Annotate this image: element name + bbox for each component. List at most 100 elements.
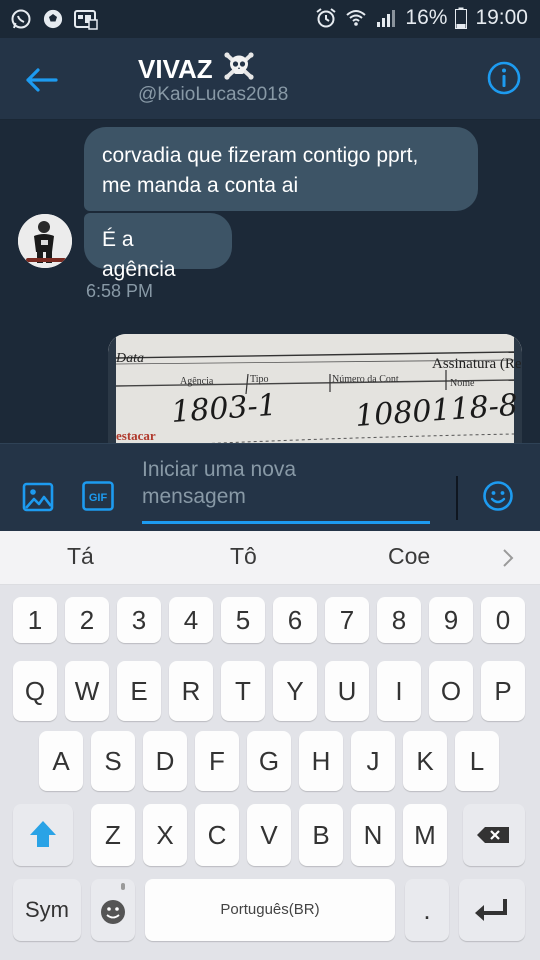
message-bubble[interactable]: É a agência <box>84 213 232 281</box>
number-key-0[interactable]: 0 <box>481 597 525 643</box>
image-message[interactable]: Data Assinatura (Re Agência Tipo Número … <box>108 334 522 443</box>
info-icon <box>487 61 521 95</box>
form-label: Assinatura (Re <box>432 356 522 372</box>
clock: 19:00 <box>475 6 528 29</box>
space-key[interactable]: Português(BR) <box>145 879 395 941</box>
suggestion-item[interactable]: Tá <box>67 543 94 570</box>
emoji-button[interactable] <box>482 480 514 512</box>
suggestion-item[interactable]: Tô <box>230 543 257 570</box>
letter-key-n[interactable]: N <box>351 804 395 866</box>
arrow-left-icon <box>26 68 58 92</box>
form-label: Nome <box>450 378 475 389</box>
message-timestamp: 6:58 PM <box>86 281 154 301</box>
letter-key-a[interactable]: A <box>39 731 83 791</box>
letter-key-w[interactable]: W <box>65 661 109 721</box>
soccer-ball-icon <box>42 8 64 30</box>
letter-key-o[interactable]: O <box>429 661 473 721</box>
enter-key[interactable] <box>459 879 525 941</box>
message-text-line: me manda a conta ai <box>102 174 299 197</box>
avatar[interactable] <box>18 214 72 268</box>
bank-slip-photo: Data Assinatura (Re Agência Tipo Número … <box>108 334 522 443</box>
letter-key-r[interactable]: R <box>169 661 213 721</box>
number-key-5[interactable]: 5 <box>221 597 265 643</box>
number-key-3[interactable]: 3 <box>117 597 161 643</box>
number-key-1[interactable]: 1 <box>13 597 57 643</box>
image-icon <box>22 482 54 512</box>
letter-key-f[interactable]: F <box>195 731 239 791</box>
composer-divider <box>456 476 458 520</box>
form-label: Número da Cont <box>332 374 399 385</box>
message-placeholder: mensagem <box>142 485 246 508</box>
letter-key-y[interactable]: Y <box>273 661 317 721</box>
shift-key[interactable] <box>13 804 73 866</box>
suggestion-item[interactable]: Coe <box>388 543 430 570</box>
form-label: Tipo <box>250 374 269 385</box>
message-composer: GIF Iniciar uma nova mensagem <box>0 443 540 531</box>
number-key-7[interactable]: 7 <box>325 597 369 643</box>
letter-key-t[interactable]: T <box>221 661 265 721</box>
dm-screen: 16% 19:00 VIVAZ @KaioLucas2018 corvadia … <box>0 0 540 960</box>
number-key-9[interactable]: 9 <box>429 597 473 643</box>
letter-key-k[interactable]: K <box>403 731 447 791</box>
message-bubble[interactable]: corvadia que fizeram contigo pprt, me ma… <box>84 127 478 211</box>
letter-key-b[interactable]: B <box>299 804 343 866</box>
keyboard: 1234567890 QWERTYUIOP ASDFGHJKL ZXCVBNM … <box>0 585 540 960</box>
letter-key-g[interactable]: G <box>247 731 291 791</box>
letter-key-l[interactable]: L <box>455 731 499 791</box>
wifi-icon <box>345 7 367 29</box>
letter-key-s[interactable]: S <box>91 731 135 791</box>
letter-key-j[interactable]: J <box>351 731 395 791</box>
backspace-key[interactable] <box>463 804 525 866</box>
status-bar: 16% 19:00 <box>0 0 540 38</box>
backspace-icon <box>477 827 509 843</box>
letter-key-i[interactable]: I <box>377 661 421 721</box>
letter-key-m[interactable]: M <box>403 804 447 866</box>
emoji-mic-icon <box>101 883 125 924</box>
letter-key-q[interactable]: Q <box>13 661 57 721</box>
letter-key-z[interactable]: Z <box>91 804 135 866</box>
message-text-line: corvadia que fizeram contigo pprt, <box>102 144 419 167</box>
suggestion-bar: Tá Tô Coe <box>0 531 540 585</box>
letter-key-h[interactable]: H <box>299 731 343 791</box>
message-list[interactable]: corvadia que fizeram contigo pprt, me ma… <box>0 121 540 443</box>
enter-icon <box>475 899 507 921</box>
add-photo-button[interactable] <box>22 481 54 513</box>
battery-percent: 16% <box>405 6 448 29</box>
symbols-key[interactable]: Sym <box>13 879 81 941</box>
number-key-6[interactable]: 6 <box>273 597 317 643</box>
letter-key-v[interactable]: V <box>247 804 291 866</box>
back-button[interactable] <box>22 62 62 98</box>
shift-arrow-icon <box>30 821 56 847</box>
image-notification-icon <box>74 8 98 30</box>
form-label: Data <box>115 351 144 366</box>
letter-key-p[interactable]: P <box>481 661 525 721</box>
info-button[interactable] <box>486 60 522 96</box>
chevron-right-icon <box>503 549 514 567</box>
letter-key-c[interactable]: C <box>195 804 239 866</box>
letter-key-d[interactable]: D <box>143 731 187 791</box>
battery-icon <box>455 7 468 29</box>
gif-label: GIF <box>89 492 108 504</box>
period-key[interactable]: . <box>405 879 449 941</box>
signal-icon <box>375 7 397 29</box>
gif-button[interactable]: GIF <box>82 481 114 511</box>
letter-key-x[interactable]: X <box>143 804 187 866</box>
alarm-icon <box>315 7 337 29</box>
conversation-header: VIVAZ @KaioLucas2018 <box>0 38 540 120</box>
letter-key-e[interactable]: E <box>117 661 161 721</box>
whatsapp-icon <box>10 8 32 30</box>
form-label: estacar <box>116 428 156 443</box>
expand-suggestions-button[interactable] <box>498 545 518 571</box>
emoji-key[interactable] <box>91 879 135 941</box>
number-key-8[interactable]: 8 <box>377 597 421 643</box>
number-key-2[interactable]: 2 <box>65 597 109 643</box>
letter-key-u[interactable]: U <box>325 661 369 721</box>
handwritten-agency: 1803-1 <box>170 388 278 430</box>
contact-name-text: VIVAZ <box>138 54 213 84</box>
emoji-icon <box>483 481 513 511</box>
gif-icon: GIF <box>82 481 114 511</box>
notification-icons <box>10 8 98 30</box>
message-input[interactable]: Iniciar uma nova mensagem <box>142 454 430 524</box>
message-text: É a agência <box>102 228 176 281</box>
number-key-4[interactable]: 4 <box>169 597 213 643</box>
